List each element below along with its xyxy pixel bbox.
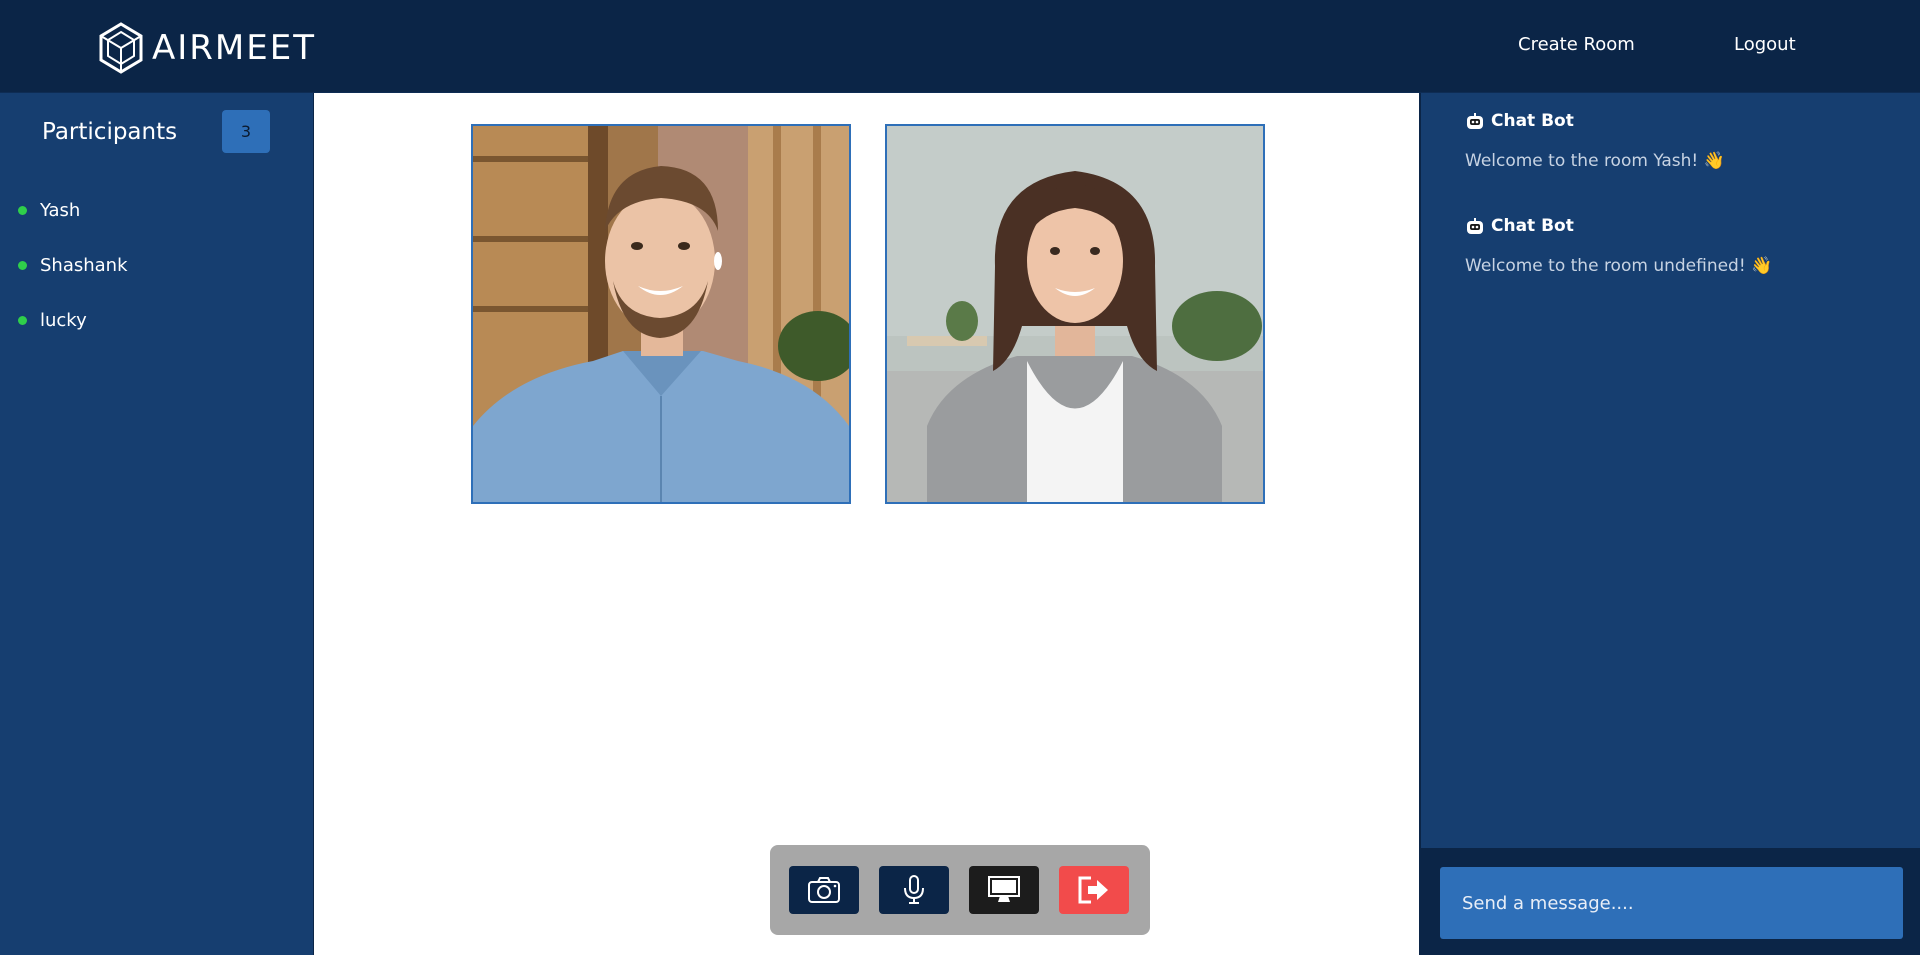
chat-sender-name: Chat Bot [1491,216,1574,236]
chat-message-text: Welcome to the room Yash! 👋 [1465,151,1725,171]
toggle-camera-button[interactable] [789,866,859,914]
create-room-link[interactable]: Create Room [1518,34,1635,55]
chat-message: Chat Bot Welcome to the room undefined! … [1465,216,1772,276]
participant-video-man [473,126,849,502]
participant-video-tile[interactable] [471,124,851,504]
call-controls [770,845,1150,935]
participant-video-tile[interactable] [885,124,1265,504]
monitor-icon [988,876,1020,902]
chat-message-text: Welcome to the room undefined! 👋 [1465,256,1773,276]
participants-sidebar: Participants 3 Yash Shashank lucky [0,93,313,955]
participant-item[interactable]: lucky [18,310,87,331]
video-grid [313,93,1419,955]
robot-icon [1467,113,1483,129]
microphone-icon [904,875,924,904]
share-screen-button[interactable] [969,866,1039,914]
chat-sender-name: Chat Bot [1491,111,1574,131]
chat-sender: Chat Bot [1465,216,1772,236]
chat-panel: Chat Bot Welcome to the room Yash! 👋 Cha… [1419,93,1920,955]
participant-item[interactable]: Yash [18,200,80,221]
chat-input-bar [1421,848,1920,955]
participant-item[interactable]: Shashank [18,255,128,276]
robot-icon [1467,218,1483,234]
camera-icon [808,877,840,903]
online-status-dot [18,261,27,270]
participant-video-woman [887,126,1263,502]
toggle-microphone-button[interactable] [879,866,949,914]
participants-title: Participants [42,119,178,145]
logout-link[interactable]: Logout [1734,34,1796,55]
participants-count-badge: 3 [222,110,270,153]
leave-room-button[interactable] [1059,866,1129,914]
online-status-dot [18,206,27,215]
leave-icon [1078,876,1108,904]
chat-message-input[interactable] [1440,867,1903,939]
online-status-dot [18,316,27,325]
airmeet-logo[interactable]: AIRMEET [98,22,316,74]
participant-name: Yash [40,200,81,221]
chat-sender: Chat Bot [1465,111,1725,131]
top-navbar: AIRMEET Create Room Logout [0,0,1920,93]
participant-name: lucky [40,310,87,331]
brand-name: AIRMEET [152,28,316,68]
chat-message: Chat Bot Welcome to the room Yash! 👋 [1465,111,1725,171]
participant-name: Shashank [40,255,128,276]
airmeet-logo-icon [99,22,143,74]
